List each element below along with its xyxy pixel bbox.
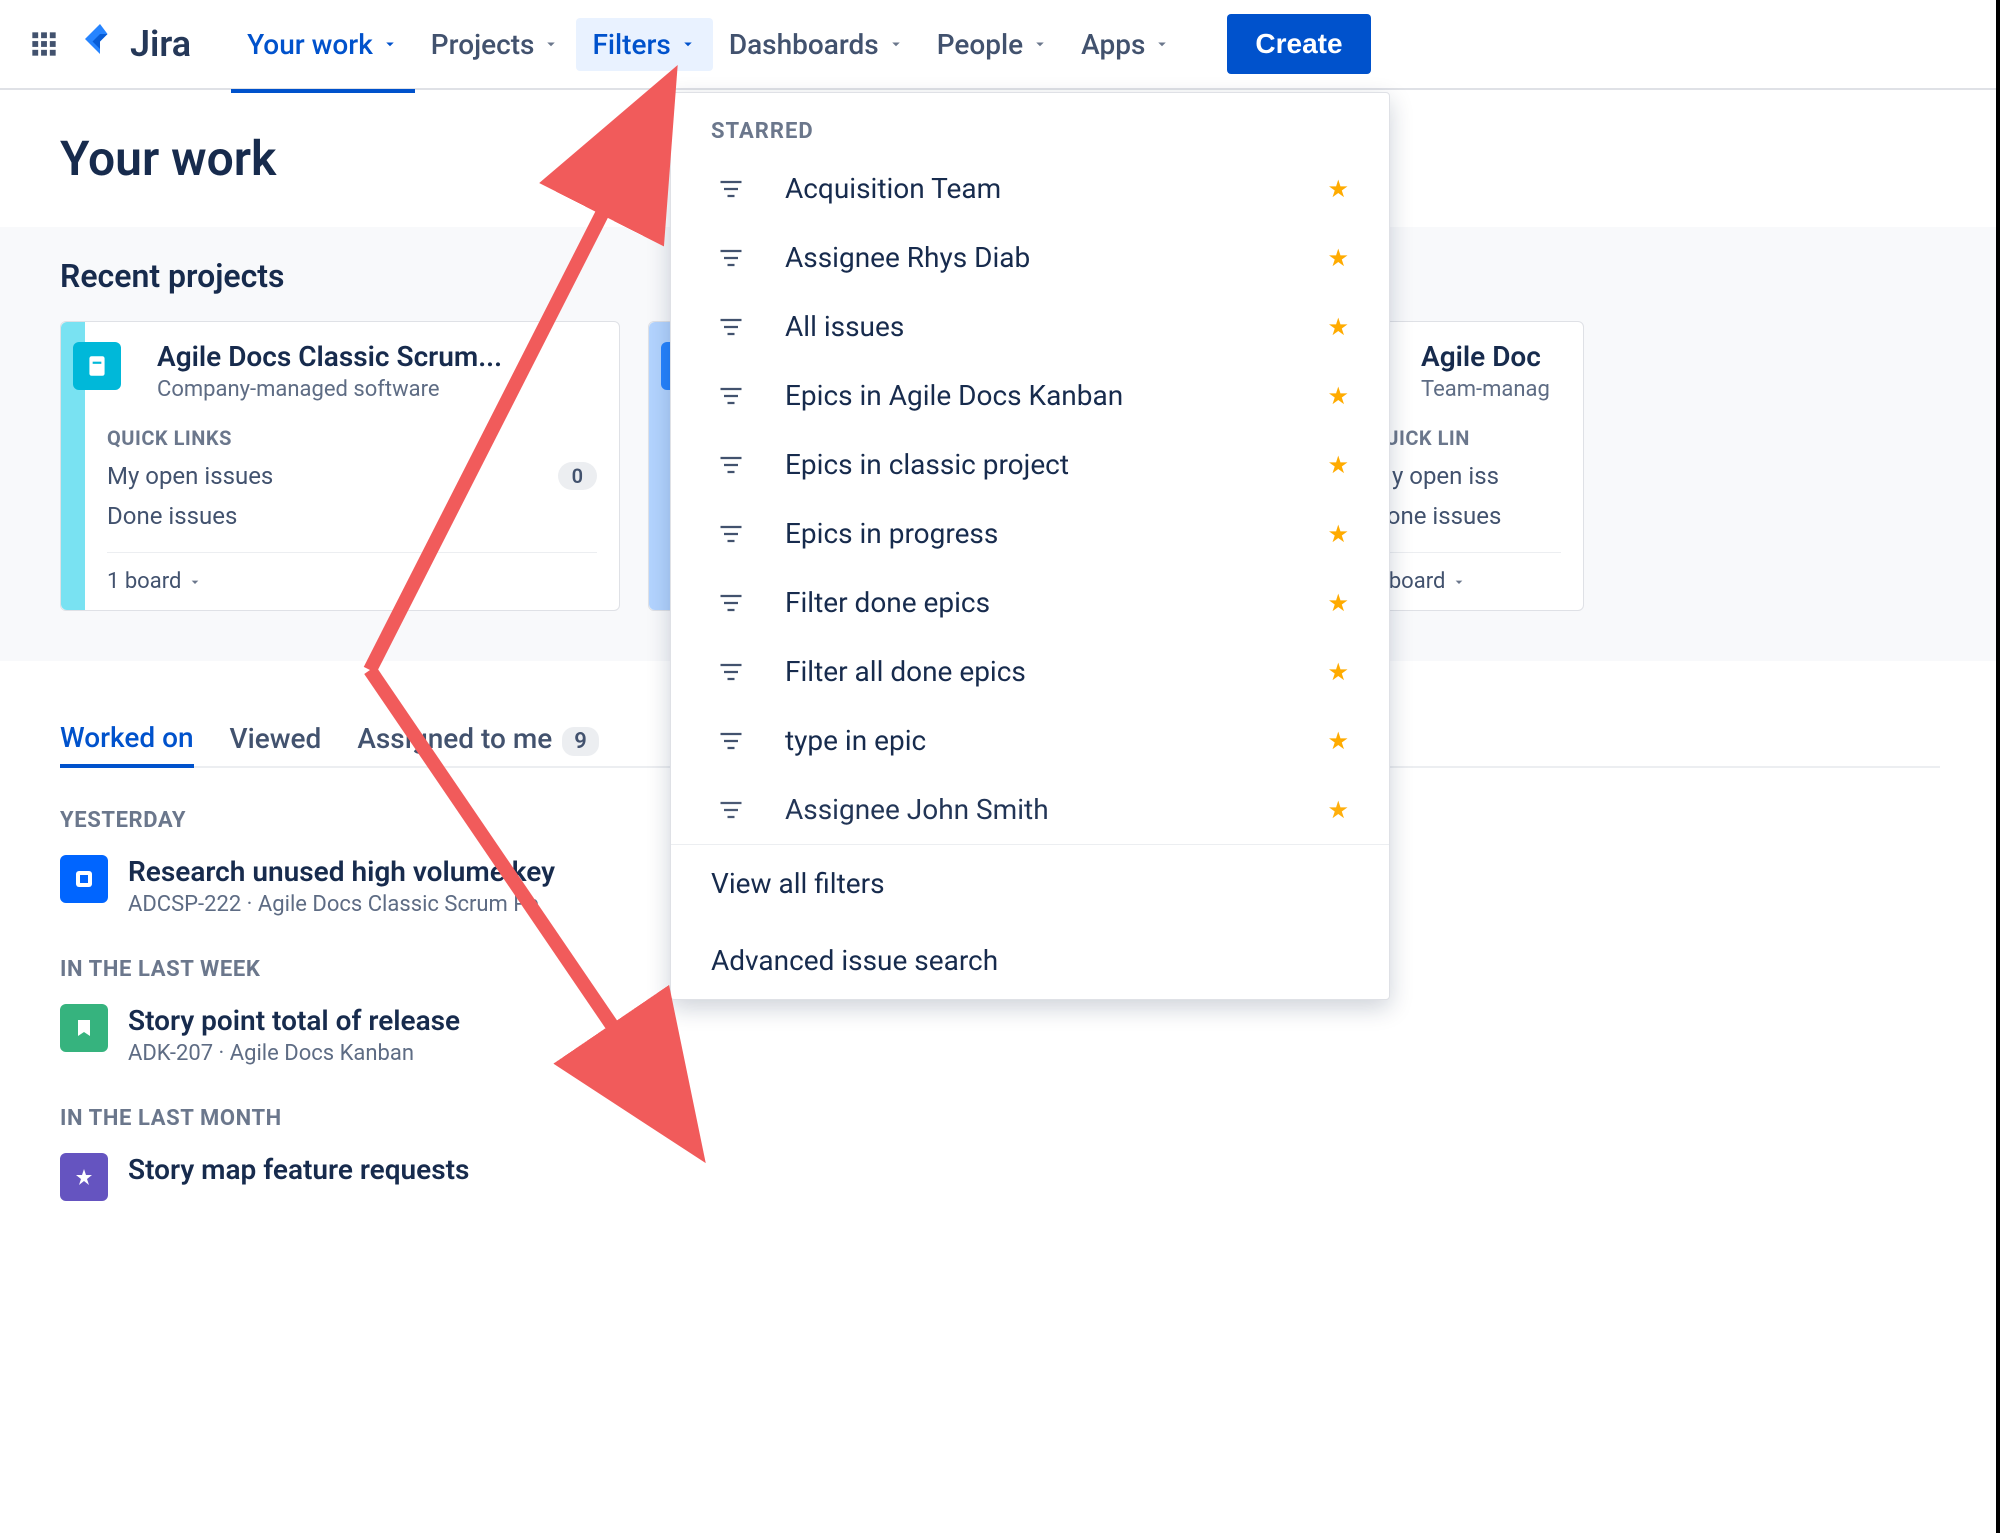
- work-item-title: Story point total of release: [128, 1004, 460, 1037]
- create-button[interactable]: Create: [1227, 14, 1370, 74]
- board-selector[interactable]: 1 board: [107, 552, 597, 610]
- filters-dropdown: STARRED Acquisition Team★Assignee Rhys D…: [670, 92, 1390, 1000]
- star-icon[interactable]: ★: [1327, 313, 1349, 341]
- chevron-down-icon: [542, 35, 560, 53]
- filter-name: Assignee Rhys Diab: [785, 241, 1327, 274]
- dropdown-section-label: STARRED: [671, 93, 1389, 154]
- chevron-down-icon: [887, 35, 905, 53]
- filter-icon: [711, 658, 751, 686]
- filter-icon: [711, 244, 751, 272]
- nav-projects[interactable]: Projects: [415, 18, 577, 71]
- filter-name: Assignee John Smith: [785, 793, 1327, 826]
- filter-name: Epics in classic project: [785, 448, 1327, 481]
- nav-your-work[interactable]: Your work: [231, 18, 415, 71]
- project-title: Agile Doc: [1421, 340, 1561, 373]
- tab-assigned[interactable]: Assigned to me9: [357, 712, 599, 765]
- filter-name: Filter done epics: [785, 586, 1327, 619]
- jira-logo[interactable]: Jira: [80, 23, 191, 65]
- filter-item[interactable]: Acquisition Team★: [671, 154, 1389, 223]
- filter-item[interactable]: Assignee John Smith★: [671, 775, 1389, 844]
- work-item-title: Story map feature requests: [128, 1153, 469, 1186]
- star-icon[interactable]: ★: [1327, 796, 1349, 824]
- filter-name: Acquisition Team: [785, 172, 1327, 205]
- chevron-down-icon: [187, 574, 203, 590]
- filter-item[interactable]: type in epic★: [671, 706, 1389, 775]
- chevron-down-icon: [381, 35, 399, 53]
- filter-name: type in epic: [785, 724, 1327, 757]
- tab-viewed[interactable]: Viewed: [230, 712, 322, 765]
- work-item[interactable]: Story point total of release ADK-207 · A…: [60, 1004, 1940, 1066]
- nav-people[interactable]: People: [921, 18, 1065, 71]
- nav-dashboards[interactable]: Dashboards: [713, 18, 921, 71]
- filter-icon: [711, 727, 751, 755]
- filter-item[interactable]: Filter done epics★: [671, 568, 1389, 637]
- star-icon[interactable]: ★: [1327, 175, 1349, 203]
- filter-icon: [711, 313, 751, 341]
- nav-filters[interactable]: Filters: [576, 18, 712, 71]
- filter-name: Epics in Agile Docs Kanban: [785, 379, 1327, 412]
- filter-name: All issues: [785, 310, 1327, 343]
- filter-item[interactable]: Epics in Agile Docs Kanban★: [671, 361, 1389, 430]
- filter-icon: [711, 382, 751, 410]
- nav-items: Your work Projects Filters Dashboards Pe…: [231, 14, 1370, 74]
- brand-text: Jira: [130, 23, 191, 65]
- done-issues-link[interactable]: Done issues: [1371, 502, 1561, 530]
- assigned-count-badge: 9: [562, 727, 599, 756]
- filter-item[interactable]: All issues★: [671, 292, 1389, 361]
- star-icon[interactable]: ★: [1327, 520, 1349, 548]
- star-icon[interactable]: ★: [1327, 244, 1349, 272]
- chevron-down-icon: [1451, 574, 1467, 590]
- chevron-down-icon: [1031, 35, 1049, 53]
- filter-item[interactable]: Epics in classic project★: [671, 430, 1389, 499]
- star-icon[interactable]: ★: [1327, 589, 1349, 617]
- viewport-edge: [1996, 0, 2000, 1533]
- quick-links-label: QUICK LIN: [1371, 426, 1561, 450]
- top-nav: Jira Your work Projects Filters Dashboar…: [0, 0, 2000, 90]
- filter-item[interactable]: Epics in progress★: [671, 499, 1389, 568]
- filter-icon: [711, 451, 751, 479]
- my-open-issues-link[interactable]: My open issues0: [107, 462, 597, 490]
- project-title: Agile Docs Classic Scrum...: [157, 340, 597, 373]
- dropdown-footer: View all filters Advanced issue search: [671, 844, 1389, 999]
- board-selector[interactable]: 1 board: [1371, 552, 1561, 610]
- filter-item[interactable]: Filter all done epics★: [671, 637, 1389, 706]
- chevron-down-icon: [679, 35, 697, 53]
- project-card[interactable]: Agile Docs Classic Scrum... Company-mana…: [60, 321, 620, 611]
- issue-type-icon: [60, 1153, 108, 1201]
- project-subtitle: Team-manag: [1421, 377, 1561, 402]
- done-issues-link[interactable]: Done issues: [107, 502, 597, 530]
- dropdown-items: Acquisition Team★Assignee Rhys Diab★All …: [671, 154, 1389, 844]
- issue-count-badge: 0: [558, 462, 597, 490]
- filter-icon: [711, 520, 751, 548]
- star-icon[interactable]: ★: [1327, 382, 1349, 410]
- star-icon[interactable]: ★: [1327, 658, 1349, 686]
- work-item-title: Research unused high volume key: [128, 855, 555, 888]
- filter-icon: [711, 175, 751, 203]
- star-icon[interactable]: ★: [1327, 451, 1349, 479]
- advanced-issue-search-link[interactable]: Advanced issue search: [671, 922, 1389, 999]
- chevron-down-icon: [1153, 35, 1171, 53]
- app-switcher-icon[interactable]: [24, 24, 64, 64]
- work-item-meta: ADCSP-222 · Agile Docs Classic Scrum Pe: [128, 892, 555, 917]
- view-all-filters-link[interactable]: View all filters: [671, 845, 1389, 922]
- group-last-month: IN THE LAST MONTH: [60, 1106, 1940, 1131]
- star-icon[interactable]: ★: [1327, 727, 1349, 755]
- project-icon: [73, 342, 121, 390]
- issue-type-icon: [60, 1004, 108, 1052]
- nav-apps[interactable]: Apps: [1065, 18, 1187, 71]
- tab-worked-on[interactable]: Worked on: [60, 711, 194, 768]
- quick-links-label: QUICK LINKS: [107, 426, 597, 450]
- filter-item[interactable]: Assignee Rhys Diab★: [671, 223, 1389, 292]
- filter-name: Epics in progress: [785, 517, 1327, 550]
- project-subtitle: Company-managed software: [157, 377, 597, 402]
- filter-icon: [711, 589, 751, 617]
- work-item[interactable]: Story map feature requests: [60, 1153, 1940, 1201]
- filter-name: Filter all done epics: [785, 655, 1327, 688]
- filter-icon: [711, 796, 751, 824]
- my-open-issues-link[interactable]: My open iss: [1371, 462, 1561, 490]
- issue-type-icon: [60, 855, 108, 903]
- work-item-meta: ADK-207 · Agile Docs Kanban: [128, 1041, 460, 1066]
